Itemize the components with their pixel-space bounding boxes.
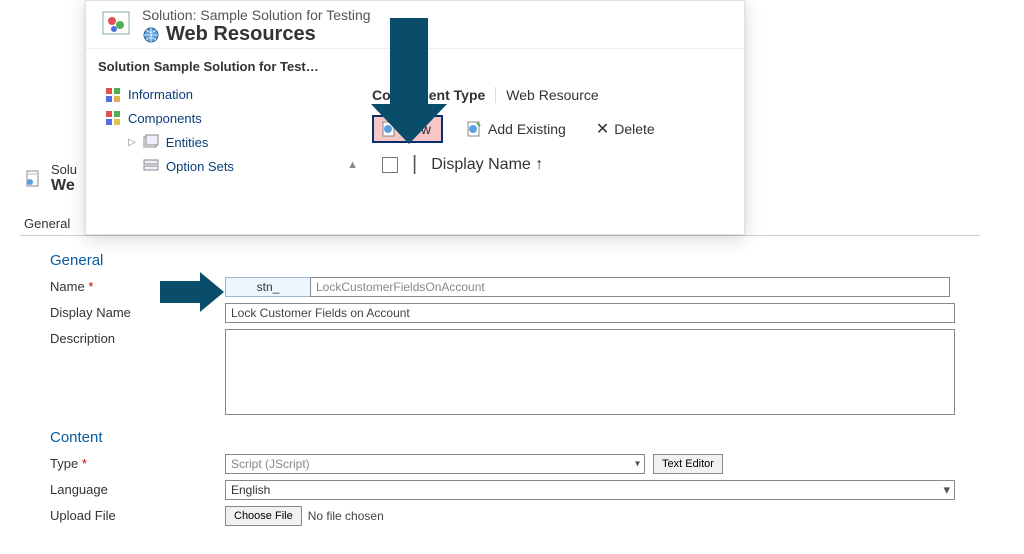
tree-entities[interactable]: ▷ Entities	[94, 130, 368, 154]
expand-icon[interactable]: ▷	[128, 137, 136, 148]
bg-wr-short: We	[51, 177, 77, 195]
tree-title: Solution Sample Solution for Test…	[94, 53, 368, 82]
name-input[interactable]	[310, 277, 950, 297]
tree-information-label: Information	[128, 87, 193, 102]
grid-header-row: | Display Name ↑	[372, 153, 736, 176]
entities-icon	[142, 133, 160, 151]
required-marker: *	[88, 279, 93, 294]
upload-file-label: Upload File	[50, 506, 225, 523]
tree-option-sets-label: Option Sets	[166, 159, 234, 174]
tree-entities-label: Entities	[166, 135, 209, 150]
type-select-value: Script (JScript)	[231, 457, 310, 471]
chevron-down-icon: ▾	[943, 482, 950, 498]
section-general: General	[50, 252, 985, 269]
components-icon	[104, 109, 122, 127]
pipe-divider: |	[412, 153, 417, 176]
tree-components-label: Components	[128, 111, 202, 126]
select-all-checkbox[interactable]	[382, 157, 398, 173]
type-select[interactable]: Script (JScript) ▾	[225, 454, 645, 474]
component-type-value[interactable]: Web Resource	[495, 87, 736, 103]
chevron-down-icon: ▾	[635, 459, 640, 470]
text-editor-button[interactable]: Text Editor	[653, 454, 723, 474]
delete-button[interactable]: ✕ Delete	[588, 115, 663, 143]
name-label: Name	[50, 279, 85, 294]
tree-option-sets[interactable]: Option Sets	[94, 154, 368, 178]
tab-general[interactable]: General	[20, 212, 82, 235]
option-sets-icon	[142, 157, 160, 175]
required-marker: *	[82, 456, 87, 471]
overlay-solution-line: Solution: Sample Solution for Testing	[142, 7, 371, 23]
bg-form-header: Solu We	[25, 162, 77, 195]
add-existing-label: Add Existing	[488, 121, 566, 137]
info-puzzle-icon	[104, 85, 122, 103]
tree-information[interactable]: Information	[94, 82, 368, 106]
tree-components[interactable]: Components	[94, 106, 368, 130]
language-select[interactable]: English ▾	[225, 480, 955, 500]
display-name-column[interactable]: Display Name ↑	[431, 156, 543, 174]
type-label: Type	[50, 456, 78, 471]
display-name-input[interactable]	[225, 303, 955, 323]
file-status: No file chosen	[308, 509, 384, 523]
add-existing-icon	[465, 120, 483, 138]
guidance-arrow-down	[390, 18, 447, 144]
delete-x-icon: ✕	[596, 119, 609, 139]
solution-puzzle-icon	[100, 7, 132, 39]
language-label: Language	[50, 480, 225, 497]
document-icon	[25, 170, 43, 188]
delete-label: Delete	[614, 121, 654, 137]
add-existing-button[interactable]: Add Existing	[457, 116, 574, 142]
language-select-value: English	[231, 483, 270, 497]
description-label: Description	[50, 329, 225, 346]
globe-icon	[142, 26, 160, 44]
section-content: Content	[50, 429, 985, 446]
choose-file-button[interactable]: Choose File	[225, 506, 302, 526]
overlay-wr-title: Web Resources	[166, 23, 316, 46]
guidance-arrow-right	[160, 272, 224, 312]
tree-scroll-up[interactable]: ▲	[347, 159, 358, 171]
name-prefix: stn_	[225, 277, 311, 297]
bg-solution-short: Solu	[51, 162, 77, 177]
solution-tree: Solution Sample Solution for Test… Infor…	[86, 48, 368, 227]
description-textarea[interactable]	[225, 329, 955, 415]
